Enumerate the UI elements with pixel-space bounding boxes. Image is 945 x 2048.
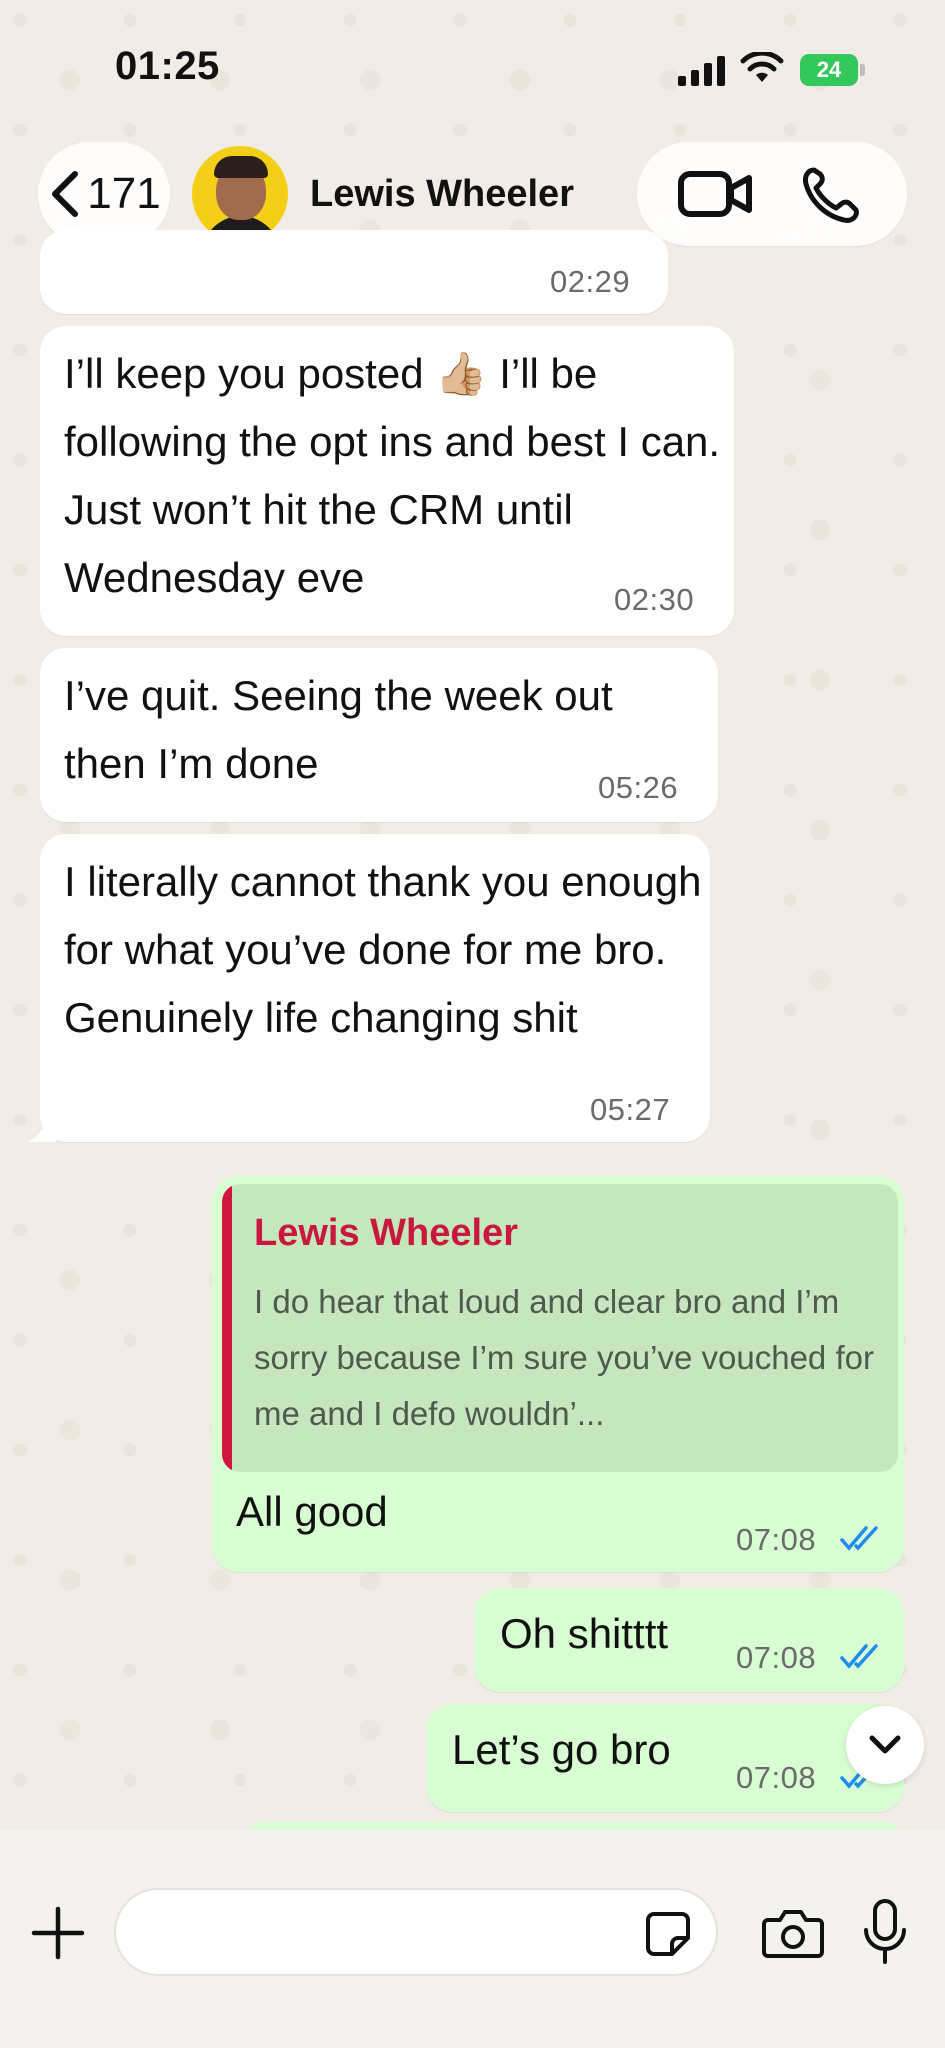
message-time: 07:08 bbox=[736, 1640, 817, 1675]
message-text: Oh shitttt bbox=[500, 1610, 669, 1657]
double-check-icon bbox=[840, 1526, 878, 1551]
message-text: All good bbox=[236, 1488, 388, 1535]
reply-quote[interactable]: Lewis Wheeler I do hear that loud and cl… bbox=[222, 1184, 898, 1472]
plus-icon[interactable] bbox=[30, 1905, 86, 1961]
message-bubble-incoming[interactable]: I’ve quit. Seeing the week out then I’m … bbox=[40, 648, 718, 822]
message-bubble-incoming[interactable]: 02:29 bbox=[40, 230, 668, 314]
unread-chats-count: 171 bbox=[87, 169, 161, 218]
battery-level: 24 bbox=[816, 57, 842, 82]
message-compose-bar bbox=[0, 1830, 945, 2048]
message-bubble-outgoing[interactable]: Oh shitttt 07:08 bbox=[474, 1588, 904, 1692]
chevron-down-icon bbox=[869, 1735, 901, 1754]
message-text: I literally cannot thank you enough for … bbox=[64, 858, 702, 1041]
wifi-icon bbox=[740, 52, 784, 82]
message-bubble-outgoing[interactable]: Let’s go bro 07:08 bbox=[426, 1704, 904, 1812]
message-bubble-incoming[interactable]: I literally cannot thank you enough for … bbox=[40, 834, 710, 1142]
phone-icon[interactable] bbox=[790, 164, 870, 224]
chevron-left-icon bbox=[52, 171, 79, 217]
message-time: 02:29 bbox=[550, 264, 631, 299]
call-actions bbox=[637, 142, 907, 246]
avatar[interactable] bbox=[192, 146, 288, 242]
reply-quote-sender: Lewis Wheeler bbox=[254, 1212, 518, 1254]
sticker-icon[interactable] bbox=[644, 1910, 692, 1958]
contact-name: Lewis Wheeler bbox=[310, 172, 574, 215]
message-time: 05:26 bbox=[598, 770, 679, 805]
reply-quote-bar bbox=[222, 1184, 232, 1472]
scroll-to-bottom-button[interactable] bbox=[846, 1706, 924, 1784]
message-time: 07:08 bbox=[736, 1522, 817, 1557]
status-time: 01:25 bbox=[115, 44, 220, 88]
battery-cap bbox=[860, 64, 865, 76]
message-input[interactable] bbox=[114, 1888, 718, 1976]
cellular-signal-icon bbox=[678, 56, 725, 86]
microphone-icon[interactable] bbox=[862, 1898, 908, 1966]
message-time: 05:27 bbox=[590, 1092, 671, 1127]
status-bar: 01:25 24 bbox=[0, 0, 945, 130]
bubble-tail bbox=[28, 1112, 56, 1142]
video-call-icon[interactable] bbox=[675, 164, 755, 224]
message-text: Let’s go bro bbox=[452, 1726, 671, 1773]
message-bubble-incoming[interactable]: I’ll keep you posted 👍🏼 I’ll be followin… bbox=[40, 326, 734, 636]
reply-quote-text: I do hear that loud and clear bro and I’… bbox=[254, 1283, 874, 1432]
double-check-icon bbox=[840, 1644, 878, 1669]
camera-icon[interactable] bbox=[762, 1908, 824, 1958]
battery-icon: 24 bbox=[800, 54, 858, 86]
message-time: 07:08 bbox=[736, 1760, 817, 1795]
message-text: I’ll keep you posted 👍🏼 I’ll be followin… bbox=[64, 350, 721, 601]
message-time: 02:30 bbox=[614, 582, 695, 617]
